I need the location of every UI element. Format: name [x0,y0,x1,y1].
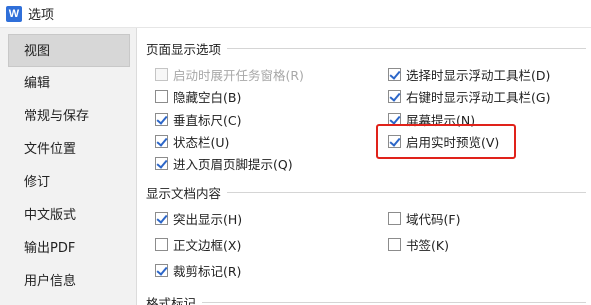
options-panel: 页面显示选项 启动时展开任务窗格(R) 隐藏空白(B) 垂直标尺(C) 状态栏(… [137,28,591,305]
status-bar-checkbox[interactable]: 状态栏(U) [155,132,229,151]
checkbox-box [155,68,168,81]
highlight-checkbox[interactable]: 突出显示(H) [155,209,242,228]
format-marks-group-title: 格式标记 [146,293,586,305]
sidebar-item-view[interactable]: 视图 [8,34,130,67]
checkmark-icon [388,113,401,126]
sidebar-item-chinese-layout[interactable]: 中文版式 [8,199,130,232]
sidebar-item-edit[interactable]: 编辑 [8,67,130,100]
page-display-group-title: 页面显示选项 [146,39,586,58]
sidebar-item-user-info[interactable]: 用户信息 [8,265,130,298]
screen-tips-checkbox[interactable]: 屏幕提示(N) [388,110,475,129]
group-divider [227,192,586,193]
crop-marks-checkbox[interactable]: 裁剪标记(R) [155,261,241,280]
field-codes-checkbox[interactable]: 域代码(F) [388,209,460,228]
checkbox-box [155,238,168,251]
checkbox-box [388,238,401,251]
text-boundaries-checkbox[interactable]: 正文边框(X) [155,235,241,254]
title-bar: W 选项 [0,0,591,28]
sidebar-item-revision[interactable]: 修订 [8,166,130,199]
group-divider [227,48,586,49]
live-preview-checkbox[interactable]: 启用实时预览(V) [388,132,499,151]
vertical-ruler-checkbox[interactable]: 垂直标尺(C) [155,110,241,129]
floating-toolbar-on-select-checkbox[interactable]: 选择时显示浮动工具栏(D) [388,65,550,84]
checkmark-icon [388,68,401,81]
checkmark-icon [155,212,168,225]
checkmark-icon [388,135,401,148]
bookmarks-checkbox[interactable]: 书签(K) [388,235,449,254]
checkbox-box [155,90,168,103]
checkmark-icon [388,90,401,103]
wps-app-icon: W [6,5,22,22]
checkbox-box [388,212,401,225]
sidebar-item-general-save[interactable]: 常规与保存 [8,100,130,133]
sidebar: 视图 编辑 常规与保存 文件位置 修订 中文版式 输出PDF 用户信息 [0,28,137,305]
floating-toolbar-on-rightclick-checkbox[interactable]: 右键时显示浮动工具栏(G) [388,87,550,106]
window-title: 选项 [28,8,55,23]
doc-content-group-title: 显示文档内容 [146,183,586,202]
expand-task-pane-checkbox: 启动时展开任务窗格(R) [155,65,304,84]
checkmark-icon [155,157,168,170]
group-divider [202,302,586,303]
header-footer-hint-checkbox[interactable]: 进入页眉页脚提示(Q) [155,154,293,173]
hide-whitespace-checkbox[interactable]: 隐藏空白(B) [155,87,241,106]
checkmark-icon [155,264,168,277]
checkmark-icon [155,135,168,148]
sidebar-item-file-location[interactable]: 文件位置 [8,133,130,166]
sidebar-item-export-pdf[interactable]: 输出PDF [8,232,130,265]
checkmark-icon [155,113,168,126]
